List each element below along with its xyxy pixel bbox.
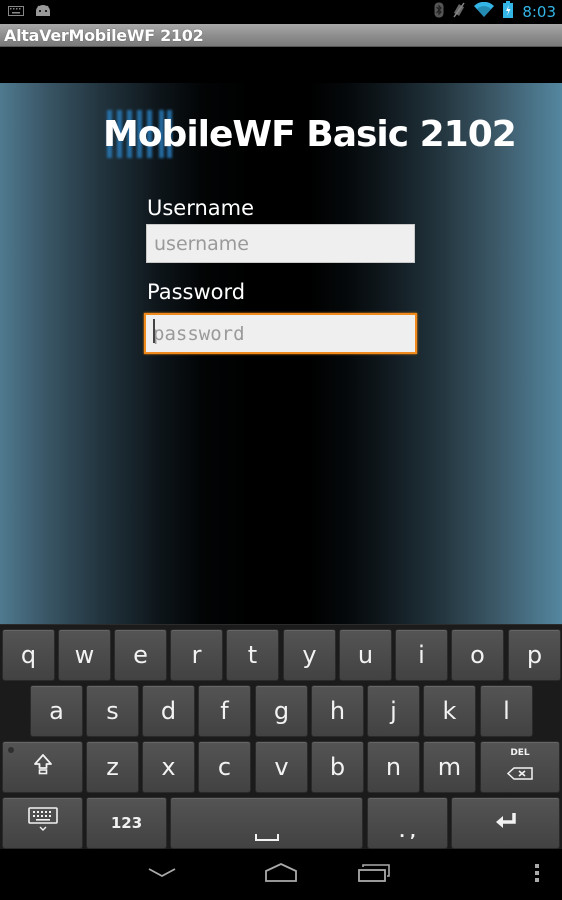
key-l[interactable]: l [480,685,533,737]
key-label: x [161,753,176,781]
android-icon [34,3,52,21]
symbols-key[interactable]: 123 [86,797,167,849]
menu-icon [534,863,540,888]
key-label: d [160,697,177,725]
key-label: w [74,641,95,669]
key-label: j [390,697,397,725]
status-time: 8:03 [522,3,556,21]
recent-apps-icon [357,863,391,888]
key-y[interactable]: y [283,629,336,681]
key-v[interactable]: v [255,741,308,793]
battery-charging-icon [503,1,514,23]
space-icon [254,820,279,848]
key-label: v [274,753,289,781]
key-s[interactable]: s [86,685,139,737]
key-h[interactable]: h [311,685,364,737]
key-label: l [503,697,510,725]
key-f[interactable]: f [198,685,251,737]
backspace-icon [506,758,533,786]
password-input[interactable] [144,313,417,354]
key-label: a [49,697,64,725]
key-d[interactable]: d [142,685,195,737]
title-bar: AltaVerMobileWF 2102 [0,24,562,47]
window-title: AltaVerMobileWF 2102 [4,26,204,45]
status-bar: 8:03 [0,0,562,24]
key-label: r [191,641,202,669]
shift-key[interactable] [2,741,83,793]
key-label: q [20,641,37,669]
key-label: 123 [110,814,143,832]
key-label: y [302,641,317,669]
password-label: Password [147,280,246,304]
key-q[interactable]: q [2,629,55,681]
key-u[interactable]: u [339,629,392,681]
key-label: n [385,753,402,781]
blank-strip [0,47,562,83]
key-c[interactable]: c [198,741,251,793]
key-i[interactable]: i [395,629,448,681]
wifi-icon [474,1,495,22]
delete-key[interactable]: DEL [480,741,560,793]
key-label: s [106,697,119,725]
key-label: t [247,641,258,669]
key-r[interactable]: r [170,629,223,681]
recent-apps-button[interactable] [349,858,399,892]
soft-keyboard: q w e r t y u i o p a s d f g h j k l z … [0,624,562,849]
home-icon [264,862,298,888]
key-n[interactable]: n [367,741,420,793]
key-label: e [133,641,148,669]
punctuation-key[interactable]: . , [367,797,448,849]
key-label: . , [399,823,416,841]
login-screen: MobileWF Basic 2102 Username Password [0,83,562,624]
enter-icon [494,809,518,837]
key-label: o [470,641,485,669]
key-m[interactable]: m [423,741,476,793]
space-key[interactable] [170,797,363,849]
keyboard-hide-icon [27,806,59,840]
key-label: k [442,697,457,725]
keyboard-settings-key[interactable] [2,797,83,849]
back-button[interactable] [137,858,187,892]
enter-key[interactable] [451,797,560,849]
key-label: g [273,697,290,725]
navigation-bar [0,850,562,900]
key-k[interactable]: k [423,685,476,737]
caps-indicator [8,747,14,753]
bluetooth-icon [434,2,444,23]
username-label: Username [147,196,255,220]
key-label: z [106,753,119,781]
key-w[interactable]: w [58,629,111,681]
key-g[interactable]: g [255,685,308,737]
key-label: m [437,753,462,781]
vibrate-off-icon [453,2,465,23]
key-e[interactable]: e [114,629,167,681]
key-label: i [418,641,425,669]
key-b[interactable]: b [311,741,364,793]
key-o[interactable]: o [451,629,504,681]
key-j[interactable]: j [367,685,420,737]
menu-button[interactable] [512,858,562,892]
delete-label: DEL [510,748,530,758]
back-icon [148,866,176,884]
app-title: MobileWF Basic 2102 [103,114,517,155]
key-label: h [329,697,346,725]
home-button[interactable] [256,858,306,892]
username-input[interactable] [146,224,415,263]
key-x[interactable]: x [142,741,195,793]
key-t[interactable]: t [226,629,279,681]
key-label: p [526,641,543,669]
text-cursor [153,319,155,343]
key-p[interactable]: p [508,629,561,681]
key-label: f [220,697,229,725]
key-label: b [329,753,346,781]
key-label: c [217,753,232,781]
key-a[interactable]: a [30,685,83,737]
keyboard-icon [8,3,24,21]
key-z[interactable]: z [86,741,139,793]
shift-icon [33,753,53,781]
key-label: u [357,641,374,669]
